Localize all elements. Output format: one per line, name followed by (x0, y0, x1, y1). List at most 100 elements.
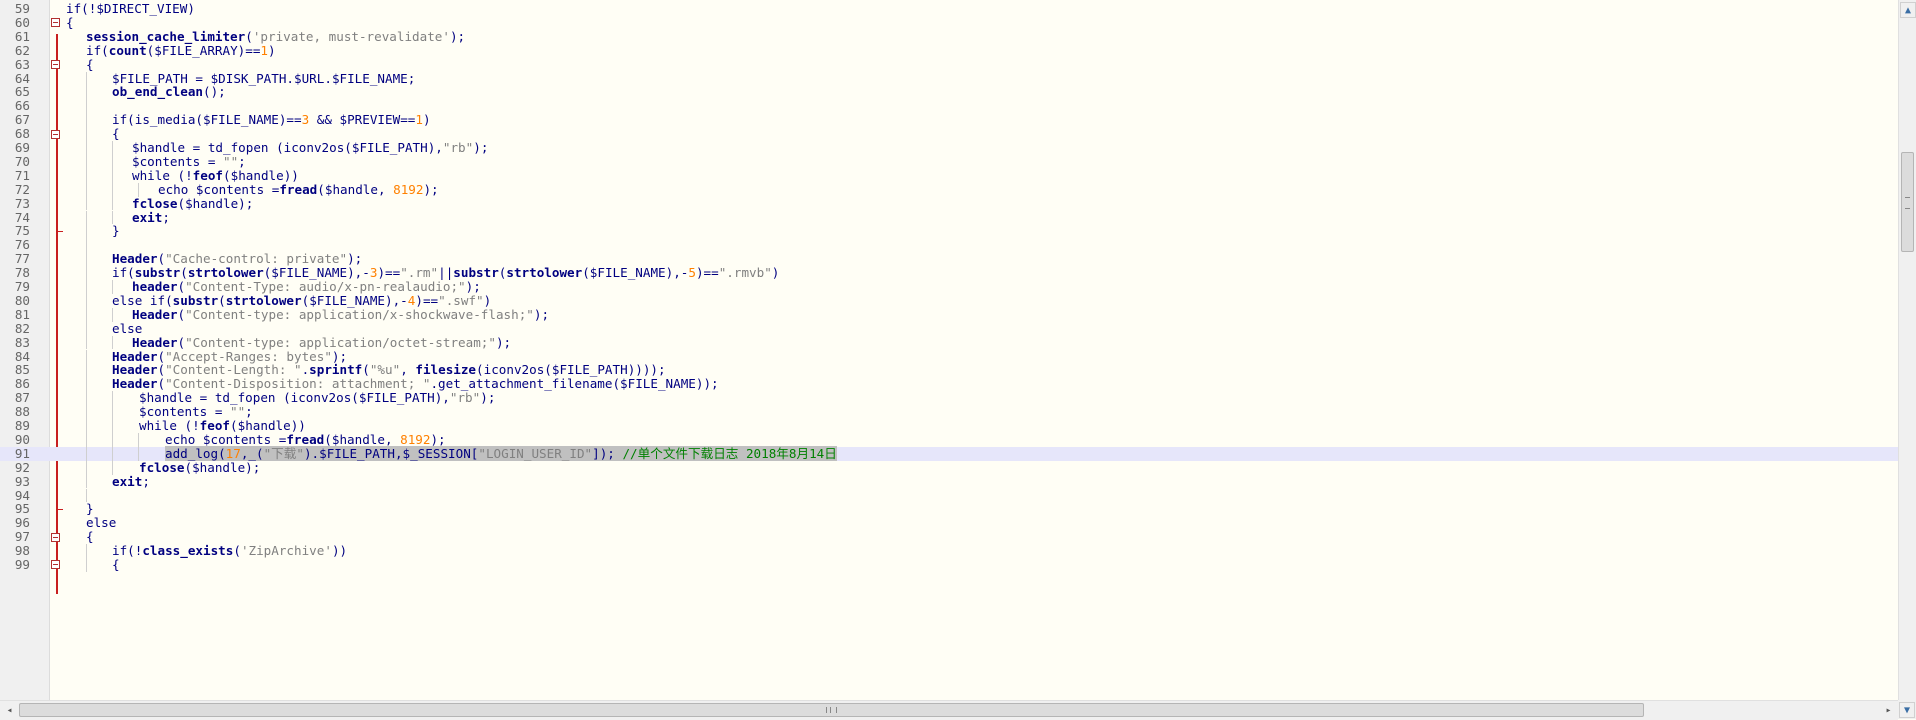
fold-collapse-icon[interactable] (51, 129, 60, 139)
code-line[interactable]: 66 (0, 99, 1898, 114)
indent-guide (112, 280, 113, 294)
code-token: ) (187, 1, 195, 16)
code-line[interactable]: 87 $handle = td_fopen (iconv2os($FILE_PAT… (0, 390, 1898, 406)
code-token: )== (237, 42, 261, 58)
vertical-scroll-thumb[interactable] (1901, 152, 1914, 252)
line-number: 83 (14, 334, 30, 350)
code-line[interactable]: 73 fclose($handle); (0, 195, 1898, 211)
scroll-up-icon[interactable]: ▲ (1900, 2, 1916, 18)
code-token: ".rmvb" (718, 265, 772, 281)
code-line[interactable]: 68 { (0, 127, 1898, 141)
code-token: $DISK_PATH (210, 70, 287, 86)
indent-guide (112, 419, 113, 433)
line-number: 69 (14, 140, 30, 155)
code-line[interactable]: 62 if(count($FILE_ARRAY)==1) (0, 42, 1898, 58)
code-text: else if(substr(strtolower($FILE_NAME),-4… (112, 292, 491, 308)
code-token: if( (86, 42, 109, 58)
code-line[interactable]: 78 if(substr(strtolower($FILE_NAME),-3)==… (0, 266, 1898, 280)
code-line[interactable]: 91 add_log(17,_("下载").$FILE_PATH,$_SESSIO… (0, 445, 1898, 461)
fold-collapse-icon[interactable] (51, 560, 60, 570)
vertical-scrollbar[interactable]: ▲ (1898, 0, 1916, 700)
indent-guide (112, 432, 113, 447)
line-number: 73 (14, 195, 30, 211)
code-token: $FILE_PATH (551, 362, 628, 378)
code-line[interactable]: 96 else (0, 516, 1898, 530)
code-line[interactable]: 67 if(is_media($FILE_NAME)==3 && $PREVIEW… (0, 113, 1898, 128)
code-token: feof (199, 418, 231, 433)
fold-collapse-icon[interactable] (51, 60, 60, 70)
code-line[interactable]: 70 $contents = ""; (0, 153, 1898, 169)
code-token: = (264, 181, 280, 197)
code-line[interactable]: 84 Header("Accept-Ranges: bytes"); (0, 349, 1898, 364)
line-number: 61 (14, 28, 30, 44)
code-line[interactable]: 86 Header("Content-Disposition: attachmen… (0, 377, 1898, 392)
fold-collapse-icon[interactable] (51, 18, 60, 28)
code-text: session_cache_limiter('private, must-rev… (86, 29, 465, 44)
code-token: 8192 (393, 181, 424, 197)
code-line[interactable]: 60 { (0, 15, 1898, 30)
code-line[interactable]: 59 if(!$DIRECT_VIEW) (0, 2, 1898, 16)
code-editor[interactable]: 59 if(!$DIRECT_VIEW) 60{61 session_cache_li… (0, 0, 1898, 700)
indent-guide (86, 488, 87, 503)
scroll-left-icon[interactable]: ◂ (1, 702, 18, 719)
code-line[interactable]: 75} (0, 224, 1898, 239)
code-line[interactable]: 72 echo $contents =fread($handle, 8192); (0, 181, 1898, 197)
code-token: ".rm" (400, 265, 439, 281)
code-line[interactable]: 90 echo $contents =fread($handle, 8192); (0, 431, 1898, 447)
code-token: if(! (66, 1, 97, 16)
code-token: 8192 (400, 431, 431, 447)
code-line[interactable]: 71 while (!feof($handle)) (0, 167, 1898, 183)
code-line[interactable]: 80 else if(substr(strtolower($FILE_NAME),… (0, 292, 1898, 308)
code-line[interactable]: 65 ob_end_clean(); (0, 85, 1898, 100)
code-line[interactable]: 64 $FILE_PATH = $DISK_PATH.$URL.$FILE_NAM… (0, 70, 1898, 86)
code-line[interactable]: 95} (0, 502, 1898, 516)
code-token: $FILE_PATH (358, 390, 435, 406)
code-line[interactable]: 98 if(!class_exists('ZipArchive')) (0, 544, 1898, 558)
indent-guide (112, 335, 113, 350)
fold-collapse-icon[interactable] (51, 532, 60, 542)
code-line[interactable]: 82 else (0, 320, 1898, 336)
code-token: ); (347, 251, 363, 267)
code-line[interactable]: 83 Header("Content-type: application/octe… (0, 334, 1898, 350)
code-token: "" (223, 153, 239, 169)
code-token: feof (192, 167, 224, 183)
scroll-right-icon[interactable]: ▸ (1880, 702, 1897, 719)
code-token: else (112, 320, 143, 336)
code-line[interactable]: 69 $handle = td_fopen (iconv2os($FILE_PAT… (0, 141, 1898, 155)
code-line[interactable]: 61 session_cache_limiter('private, must-r… (0, 28, 1898, 44)
indent-guide (86, 293, 87, 308)
code-token: ( (157, 251, 166, 267)
code-token: ( (218, 292, 226, 308)
code-text: } (86, 502, 94, 516)
scroll-down-icon[interactable]: ▼ (1899, 702, 1915, 718)
code-token: { (86, 56, 94, 72)
code-token: , (377, 181, 394, 197)
indent-guide (86, 113, 87, 128)
code-line[interactable]: 93 exit; (0, 474, 1898, 489)
code-token: ( (317, 181, 325, 197)
indent-guide (112, 405, 113, 419)
code-line[interactable]: 79 header("Content-Type: audio/x-pn-reala… (0, 280, 1898, 294)
code-line[interactable]: 76 (0, 238, 1898, 253)
code-line[interactable]: 99 { (0, 558, 1898, 572)
code-token: $handle (324, 181, 378, 197)
code-line[interactable]: 88 $contents = ""; (0, 405, 1898, 419)
code-line[interactable]: 74 exit; (0, 209, 1898, 225)
code-token: = (207, 404, 230, 420)
horizontal-scroll-thumb[interactable] (19, 703, 1644, 717)
code-token: $DIRECT_VIEW (96, 1, 188, 16)
code-line[interactable]: 97 { (0, 530, 1898, 544)
code-line[interactable]: 85 Header("Content-Length: ".sprintf("%u"… (0, 362, 1898, 378)
line-number: 82 (14, 320, 30, 336)
line-number: 59 (14, 1, 30, 16)
code-line[interactable]: 81 Header("Content-type: application/x-sh… (0, 307, 1898, 322)
code-line[interactable]: 89 while (!feof($handle)) (0, 419, 1898, 433)
code-line[interactable]: 63 { (0, 56, 1898, 72)
code-line[interactable]: 92 fclose($handle); (0, 460, 1898, 475)
code-token: "Cache-control: private" (165, 251, 348, 267)
code-line[interactable]: 94 (0, 488, 1898, 503)
horizontal-scrollbar[interactable]: ◂ ▸ (0, 700, 1898, 720)
code-token: exit (132, 209, 163, 225)
code-token: $FILE_ARRAY (154, 42, 238, 58)
code-line[interactable]: 77 Header("Cache-control: private"); (0, 251, 1898, 267)
